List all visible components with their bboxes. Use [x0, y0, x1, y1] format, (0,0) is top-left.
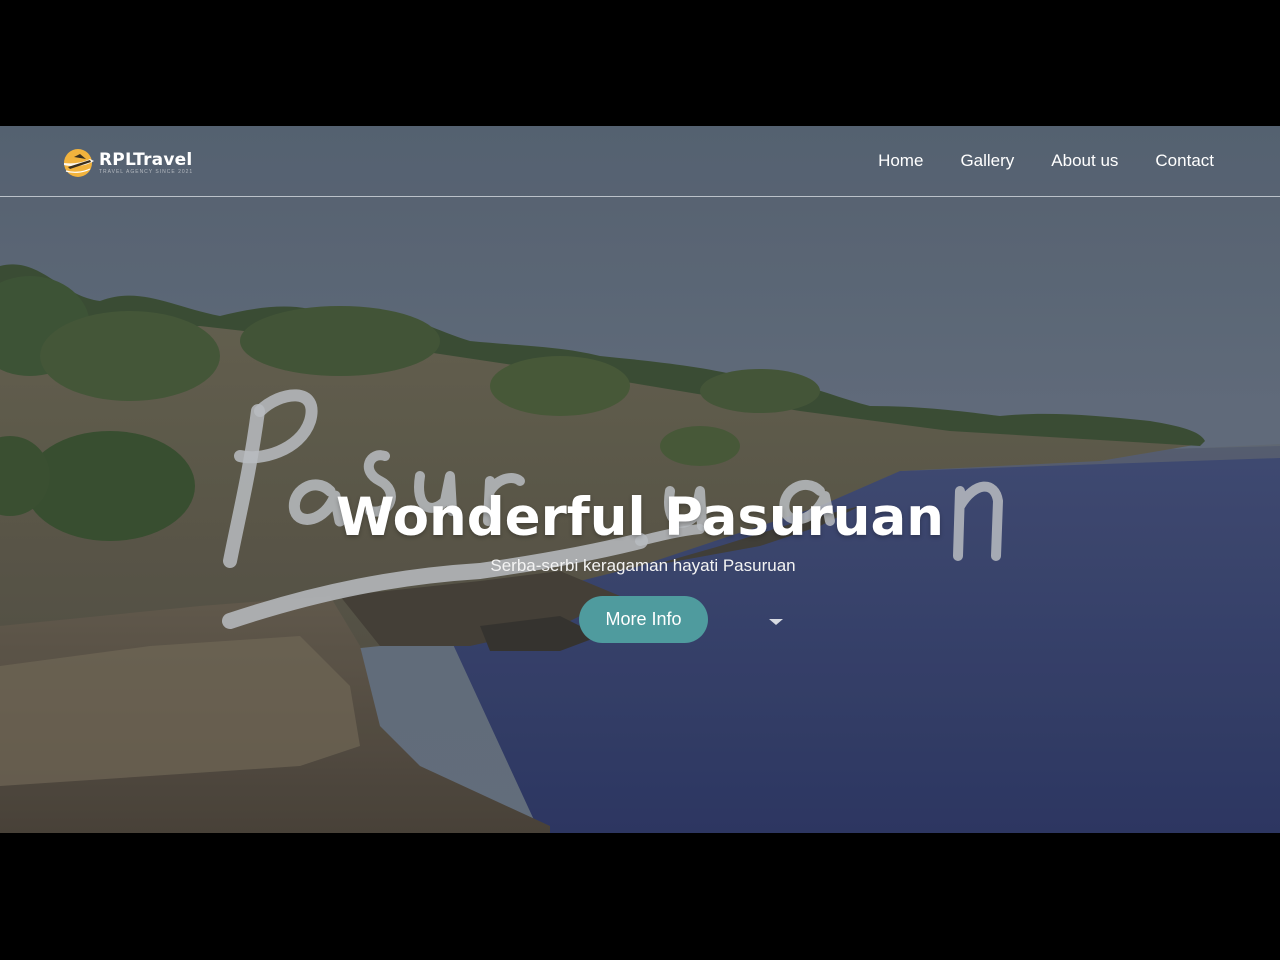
- chevron-down-icon[interactable]: [768, 618, 784, 626]
- hero-subtitle: Serba-serbi keragaman hayati Pasuruan: [490, 556, 796, 575]
- letterbox-top: [0, 0, 1280, 126]
- brand[interactable]: RPLTravel TRAVEL AGENCY SINCE 2021: [60, 142, 193, 182]
- navbar: RPLTravel TRAVEL AGENCY SINCE 2021 Home …: [0, 126, 1280, 197]
- main-nav: Home Gallery About us Contact: [878, 148, 1214, 174]
- nav-item-gallery[interactable]: Gallery: [960, 148, 1014, 174]
- more-info-button[interactable]: More Info: [579, 596, 708, 643]
- letterbox-bottom: [0, 833, 1280, 960]
- brand-tagline: TRAVEL AGENCY SINCE 2021: [99, 168, 194, 175]
- nav-item-about-us[interactable]: About us: [1051, 148, 1118, 174]
- airplane-sun-logo-icon: [64, 149, 94, 177]
- hero-title: Wonderful Pasuruan: [336, 487, 944, 548]
- nav-item-home[interactable]: Home: [878, 148, 923, 174]
- hero-section: RPLTravel TRAVEL AGENCY SINCE 2021 Home …: [0, 126, 1280, 833]
- nav-item-contact[interactable]: Contact: [1155, 148, 1214, 174]
- brand-name: RPLTravel: [99, 149, 193, 170]
